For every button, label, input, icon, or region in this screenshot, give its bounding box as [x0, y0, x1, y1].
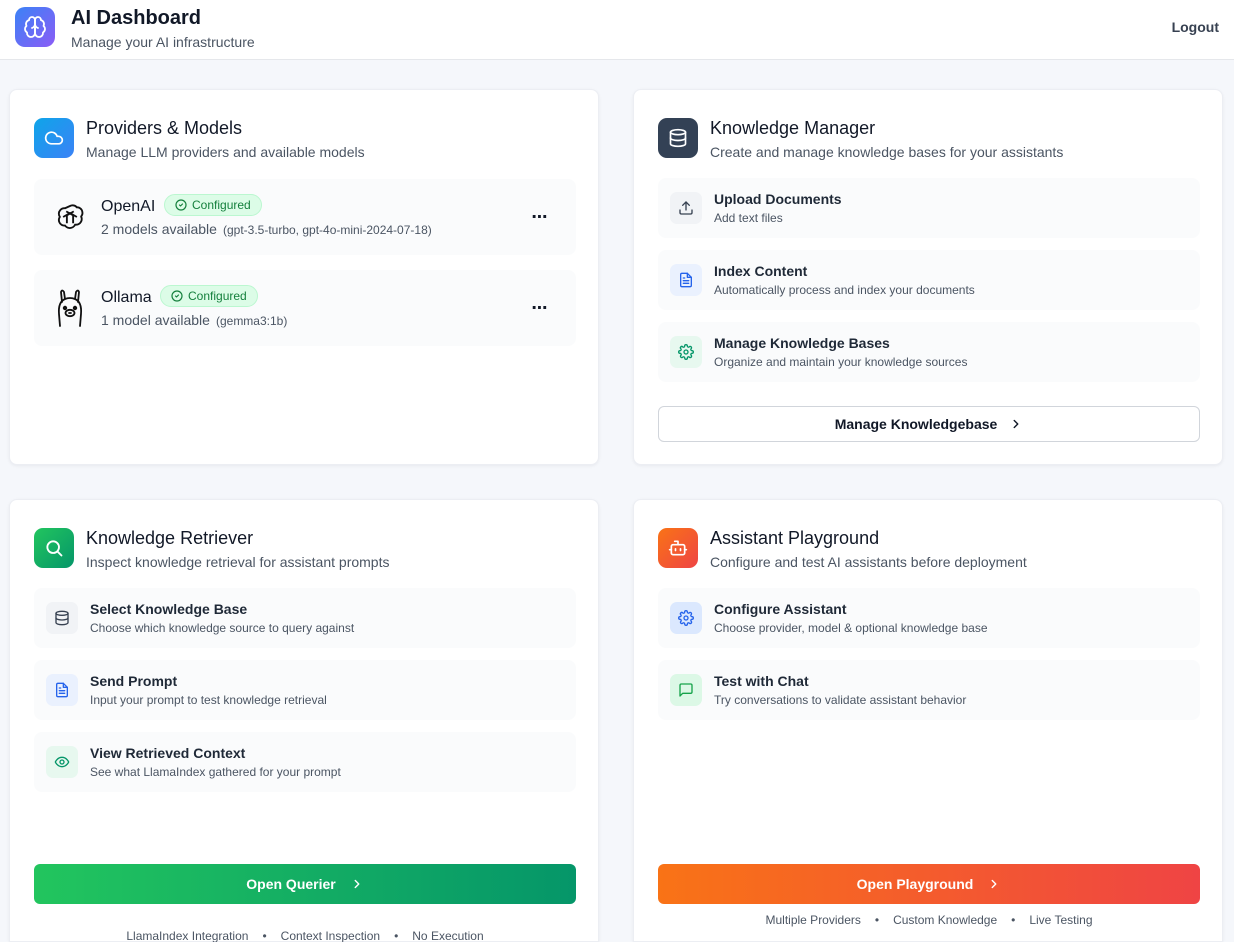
feature-title: Configure Assistant: [714, 601, 847, 617]
app-title: AI Dashboard: [71, 7, 202, 29]
database-icon: [46, 602, 78, 634]
models-count: 1 model available: [101, 312, 210, 328]
chat-icon: [670, 674, 702, 706]
feature-desc: Automatically process and index your doc…: [714, 283, 975, 297]
feature-view-retrieved-context: View Retrieved Context See what LlamaInd…: [34, 732, 576, 792]
database-icon: [658, 118, 698, 158]
tag: Context Inspection: [280, 929, 381, 942]
provider-row-ollama[interactable]: Ollama Configured 1 model available (gemm…: [34, 270, 576, 346]
feature-desc: Choose which knowledge source to query a…: [90, 621, 355, 635]
top-header: AI Dashboard Manage your AI infrastructu…: [0, 0, 1234, 60]
gear-icon: [670, 336, 702, 368]
feature-upload-documents: Upload Documents Add text files: [658, 178, 1200, 238]
models-count: 2 models available: [101, 221, 217, 237]
feature-select-knowledge-base: Select Knowledge Base Choose which knowl…: [34, 588, 576, 648]
provider-name: Ollama: [101, 289, 152, 306]
feature-test-with-chat: Test with Chat Try conversations to vali…: [658, 660, 1200, 720]
tag-separator: •: [1011, 913, 1016, 927]
provider-row-openai[interactable]: OpenAI Configured 2 models available (gpt…: [34, 179, 576, 255]
providers-card: Providers & Models Manage LLM providers …: [9, 89, 599, 465]
feature-title: View Retrieved Context: [90, 745, 246, 761]
cloud-icon: [34, 118, 74, 158]
knowledge-retriever-title: Knowledge Retriever: [86, 528, 254, 548]
open-playground-button[interactable]: Open Playground: [658, 864, 1200, 904]
tag: Live Testing: [1029, 913, 1093, 927]
logout-button[interactable]: Logout: [1172, 19, 1219, 35]
chevron-right-icon: [354, 879, 360, 889]
provider-models: 1 model available (gemma3:1b): [101, 312, 287, 328]
upload-icon: [670, 192, 702, 224]
feature-tags: Multiple Providers • Custom Knowledge • Live…: [658, 913, 1200, 927]
feature-desc: Try conversations to validate assistant …: [714, 693, 967, 707]
ollama-logo-icon: [50, 288, 90, 328]
knowledge-manager-title: Knowledge Manager: [710, 118, 876, 138]
tag: Custom Knowledge: [893, 913, 998, 927]
feature-index-content: Index Content Automatically process and …: [658, 250, 1200, 310]
button-label: Open Querier: [246, 876, 336, 892]
app-subtitle: Manage your AI infrastructure: [71, 34, 255, 50]
tag: No Execution: [412, 929, 484, 942]
feature-desc: Input your prompt to test knowledge retr…: [90, 693, 327, 707]
tag: Multiple Providers: [765, 913, 861, 927]
tag: LlamaIndex Integration: [126, 929, 249, 942]
feature-title: Send Prompt: [90, 673, 178, 689]
more-options-button[interactable]: ⋯: [528, 296, 552, 320]
open-querier-button[interactable]: Open Querier: [34, 864, 576, 904]
feature-send-prompt: Send Prompt Input your prompt to test kn…: [34, 660, 576, 720]
feature-desc: Add text files: [714, 211, 783, 225]
tag-separator: •: [874, 913, 880, 927]
openai-logo-icon: [50, 197, 90, 237]
document-icon: [670, 264, 702, 296]
feature-desc: Choose provider, model & optional knowle…: [714, 621, 988, 635]
feature-desc: Organize and maintain your knowledge sou…: [714, 355, 968, 369]
gear-icon: [670, 602, 702, 634]
provider-name: OpenAI: [101, 198, 156, 215]
configured-badge: Configured: [160, 285, 258, 307]
feature-desc: See what LlamaIndex gathered for your pr…: [90, 765, 341, 779]
bot-icon: [658, 528, 698, 568]
models-detail: (gpt-3.5-turbo, gpt-4o-mini-2024-07-18): [222, 223, 432, 237]
badge-label: Configured: [192, 198, 251, 212]
assistant-playground-title: Assistant Playground: [710, 528, 880, 548]
provider-models: 2 models available (gpt-3.5-turbo, gpt-4o…: [101, 221, 432, 237]
models-detail: (gemma3:1b): [215, 314, 288, 328]
brain-logo-icon: [15, 7, 55, 47]
configured-badge: Configured: [164, 194, 262, 216]
chevron-right-icon: [991, 879, 997, 889]
feature-configure-assistant: Configure Assistant Choose provider, mod…: [658, 588, 1200, 648]
tag-separator: •: [262, 929, 267, 942]
knowledge-manager-card: Knowledge Manager Create and manage know…: [633, 89, 1223, 465]
feature-title: Index Content: [714, 263, 808, 279]
check-circle-icon: [175, 199, 187, 211]
knowledge-manager-subtitle: Create and manage knowledge bases for yo…: [710, 144, 1064, 160]
feature-manage-knowledge-bases: Manage Knowledge Bases Organize and main…: [658, 322, 1200, 382]
feature-title: Manage Knowledge Bases: [714, 335, 890, 351]
more-options-button[interactable]: ⋯: [528, 205, 552, 229]
feature-title: Select Knowledge Base: [90, 601, 248, 617]
knowledge-retriever-subtitle: Inspect knowledge retrieval for assistan…: [86, 554, 390, 570]
button-label: Open Playground: [856, 876, 974, 892]
check-circle-icon: [171, 290, 183, 302]
feature-title: Test with Chat: [714, 673, 809, 689]
badge-label: Configured: [188, 289, 247, 303]
button-label: Manage Knowledgebase: [834, 416, 998, 432]
assistant-playground-subtitle: Configure and test AI assistants before …: [710, 554, 1027, 570]
providers-card-title: Providers & Models: [86, 118, 243, 138]
knowledge-retriever-card: Knowledge Retriever Inspect knowledge re…: [9, 499, 599, 942]
manage-knowledgebase-button[interactable]: Manage Knowledgebase: [658, 406, 1200, 442]
eye-icon: [46, 746, 78, 778]
search-icon: [34, 528, 74, 568]
assistant-playground-card: Assistant Playground Configure and test …: [633, 499, 1223, 942]
chevron-right-icon: [1013, 419, 1019, 429]
providers-card-subtitle: Manage LLM providers and available model…: [86, 144, 365, 160]
feature-tags: LlamaIndex Integration • Context Inspectio…: [34, 929, 576, 942]
document-icon: [46, 674, 78, 706]
tag-separator: •: [394, 929, 399, 942]
feature-title: Upload Documents: [714, 191, 842, 207]
